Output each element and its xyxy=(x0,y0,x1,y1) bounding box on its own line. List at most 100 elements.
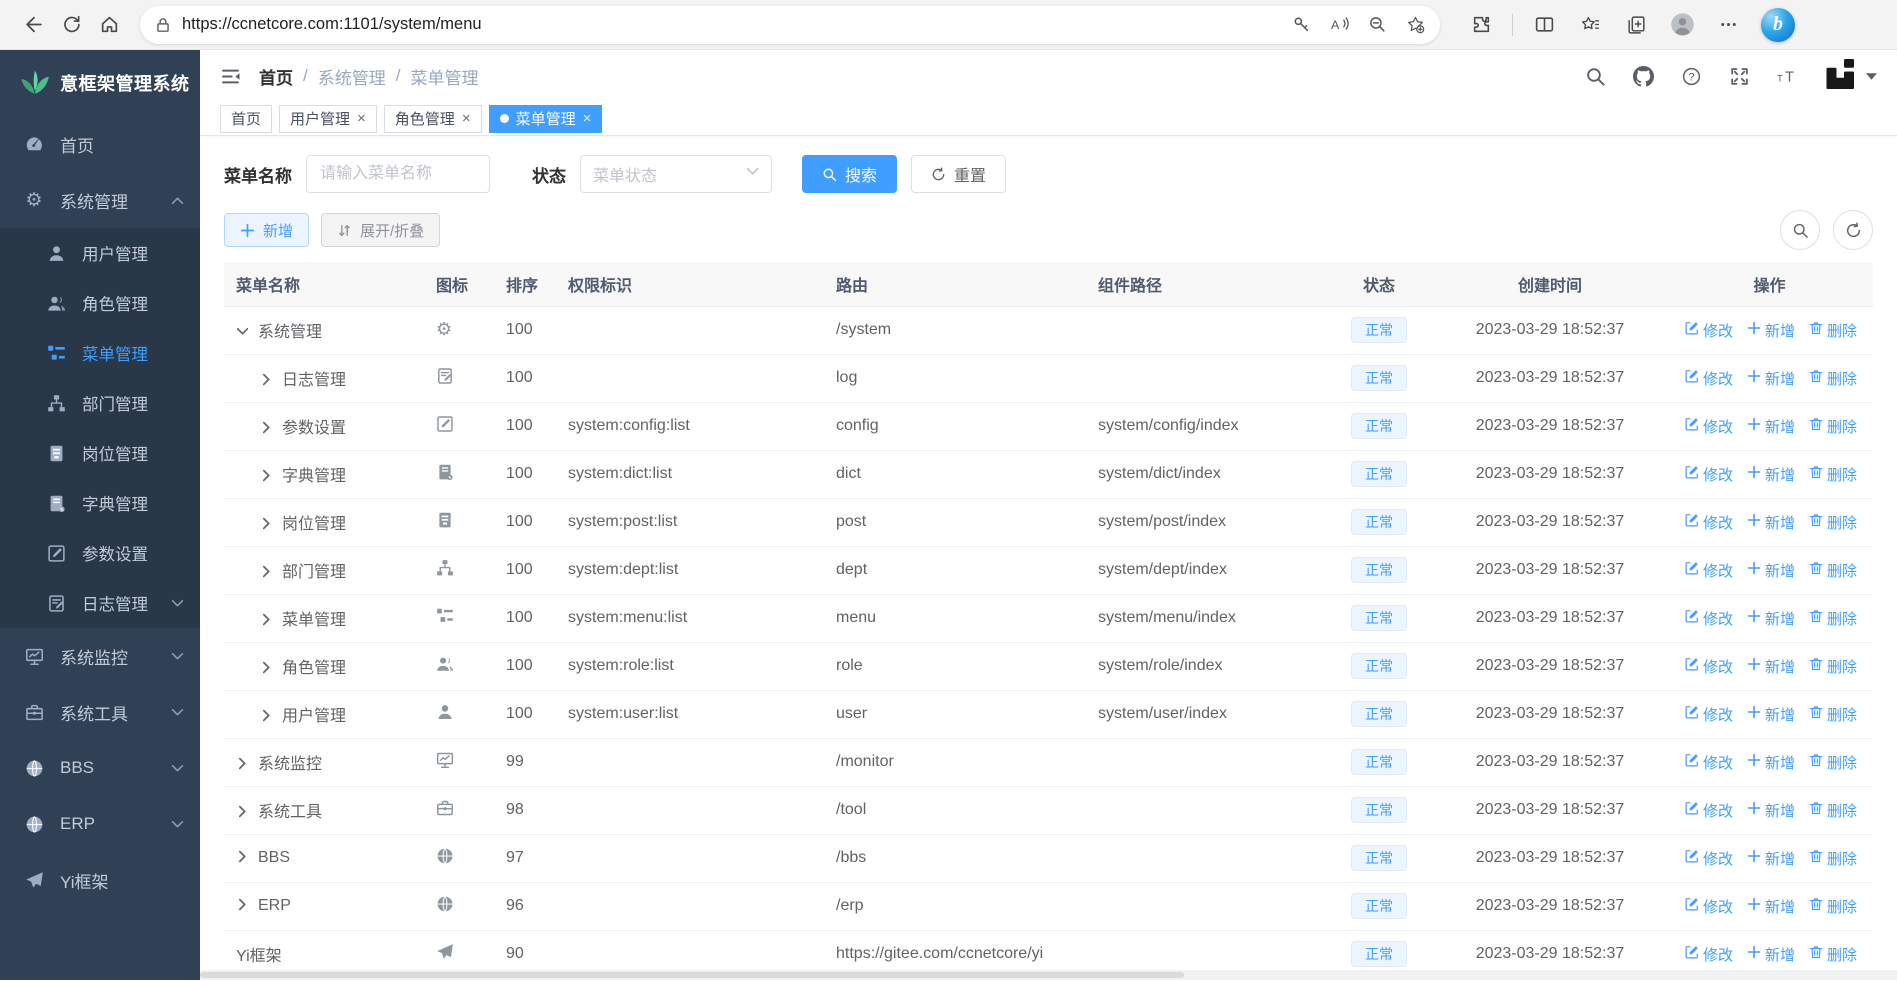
table-row[interactable]: BBS 97/bbs 正常 2023-03-29 18:52:37 修改 新增 删除 xyxy=(224,834,1873,883)
sidebar-item-system[interactable]: ⚙ 系统管理 xyxy=(0,172,200,228)
expand-arrow[interactable] xyxy=(260,709,275,722)
expand-arrow[interactable] xyxy=(236,898,251,911)
close-icon[interactable]: × xyxy=(583,111,592,126)
delete-link[interactable]: 删除 xyxy=(1809,416,1857,437)
edit-link[interactable]: 修改 xyxy=(1685,416,1733,437)
edit-link[interactable]: 修改 xyxy=(1685,320,1733,341)
tab-user[interactable]: 用户管理 × xyxy=(279,104,377,133)
expand-arrow[interactable] xyxy=(260,421,275,434)
delete-link[interactable]: 删除 xyxy=(1809,320,1857,341)
horizontal-scrollbar[interactable] xyxy=(200,970,1897,980)
sidebar-item-dict[interactable]: 字典管理 xyxy=(0,478,200,528)
table-row[interactable]: 字典管理 100 system:dict:list dict system/dict/i… xyxy=(224,450,1873,499)
edit-link[interactable]: 修改 xyxy=(1685,944,1733,965)
table-row[interactable]: 用户管理 100 system:user:list user system/user/i… xyxy=(224,690,1873,739)
edit-link[interactable]: 修改 xyxy=(1685,512,1733,533)
expand-arrow[interactable] xyxy=(260,565,275,578)
add-link[interactable]: 新增 xyxy=(1747,752,1795,773)
table-row[interactable]: ERP 96/erp 正常 2023-03-29 18:52:37 修改 新增 删除 xyxy=(224,882,1873,931)
add-link[interactable]: 新增 xyxy=(1747,800,1795,821)
close-icon[interactable]: × xyxy=(462,111,471,126)
expand-arrow[interactable] xyxy=(236,805,251,818)
sidebar-item-dept[interactable]: 部门管理 xyxy=(0,378,200,428)
add-link[interactable]: 新增 xyxy=(1747,368,1795,389)
delete-link[interactable]: 删除 xyxy=(1809,752,1857,773)
table-row[interactable]: 部门管理 100 system:dept:list dept system/dept/i… xyxy=(224,546,1873,595)
home-icon[interactable] xyxy=(90,6,128,44)
read-aloud-icon[interactable]: A xyxy=(1322,8,1356,42)
add-link[interactable]: 新增 xyxy=(1747,416,1795,437)
profile-avatar[interactable] xyxy=(1663,6,1701,44)
sidebar-item-yi[interactable]: Yi框架 xyxy=(0,852,200,908)
help-icon[interactable]: ? xyxy=(1681,66,1702,87)
expand-arrow[interactable] xyxy=(236,757,251,770)
sidebar-item-menu[interactable]: 菜单管理 xyxy=(0,328,200,378)
split-screen-icon[interactable] xyxy=(1525,6,1563,44)
delete-link[interactable]: 删除 xyxy=(1809,896,1857,917)
show-search-button[interactable] xyxy=(1780,210,1820,250)
add-link[interactable]: 新增 xyxy=(1747,704,1795,725)
sidebar-item-config[interactable]: 参数设置 xyxy=(0,528,200,578)
expand-arrow[interactable] xyxy=(236,325,251,338)
delete-link[interactable]: 删除 xyxy=(1809,512,1857,533)
scrollbar-thumb[interactable] xyxy=(200,972,1185,978)
sidebar-item-user[interactable]: 用户管理 xyxy=(0,228,200,278)
add-link[interactable]: 新增 xyxy=(1747,512,1795,533)
delete-link[interactable]: 删除 xyxy=(1809,800,1857,821)
delete-link[interactable]: 删除 xyxy=(1809,608,1857,629)
back-icon[interactable] xyxy=(14,6,52,44)
edit-link[interactable]: 修改 xyxy=(1685,656,1733,677)
reset-button[interactable]: 重置 xyxy=(911,155,1007,193)
tab-role[interactable]: 角色管理 × xyxy=(383,104,482,133)
edit-link[interactable]: 修改 xyxy=(1685,368,1733,389)
collapse-sidebar-icon[interactable] xyxy=(220,66,241,87)
more-menu-icon[interactable] xyxy=(1709,6,1747,44)
delete-link[interactable]: 删除 xyxy=(1809,368,1857,389)
url-text[interactable]: https://ccnetcore.com:1101/system/menu xyxy=(182,15,1284,34)
breadcrumb-item[interactable]: 首页 xyxy=(259,64,293,89)
add-button[interactable]: 新增 xyxy=(224,213,310,247)
sidebar-item-role[interactable]: 角色管理 xyxy=(0,278,200,328)
search-button[interactable]: 搜索 xyxy=(802,155,898,193)
add-link[interactable]: 新增 xyxy=(1747,464,1795,485)
zoom-out-icon[interactable] xyxy=(1360,8,1394,42)
table-row[interactable]: 岗位管理 100 system:post:list post system/post/i… xyxy=(224,498,1873,547)
edit-link[interactable]: 修改 xyxy=(1685,560,1733,581)
address-bar[interactable]: https://ccnetcore.com:1101/system/menu A xyxy=(140,5,1440,44)
table-row[interactable]: 菜单管理 100 system:menu:list menu system/menu/i… xyxy=(224,594,1873,643)
edit-link[interactable]: 修改 xyxy=(1685,800,1733,821)
sidebar-item-erp[interactable]: ERP xyxy=(0,796,200,852)
expand-arrow[interactable] xyxy=(260,661,275,674)
tab-menu[interactable]: 菜单管理 × xyxy=(488,104,603,133)
edit-link[interactable]: 修改 xyxy=(1685,704,1733,725)
edit-link[interactable]: 修改 xyxy=(1685,464,1733,485)
font-size-icon[interactable]: TT xyxy=(1777,66,1798,87)
delete-link[interactable]: 删除 xyxy=(1809,848,1857,869)
edit-link[interactable]: 修改 xyxy=(1685,608,1733,629)
sidebar-item-home[interactable]: 首页 xyxy=(0,116,200,172)
refresh-icon[interactable] xyxy=(52,6,90,44)
add-link[interactable]: 新增 xyxy=(1747,608,1795,629)
expand-arrow[interactable] xyxy=(236,850,251,863)
delete-link[interactable]: 删除 xyxy=(1809,656,1857,677)
user-menu[interactable] xyxy=(1825,58,1877,94)
edit-link[interactable]: 修改 xyxy=(1685,896,1733,917)
delete-link[interactable]: 删除 xyxy=(1809,560,1857,581)
github-icon[interactable] xyxy=(1633,65,1654,87)
table-row[interactable]: 日志管理 100 log 正常 2023-03-29 18:52:37 修改 新增 删除 xyxy=(224,354,1873,403)
table-row[interactable]: 系统管理 ⚙ 100/system 正常 2023-03-29 18:52:37 修改 新增… xyxy=(224,306,1873,355)
expand-arrow[interactable] xyxy=(260,469,275,482)
collections-icon[interactable] xyxy=(1617,6,1655,44)
sidebar-item-log[interactable]: 日志管理 xyxy=(0,578,200,628)
add-link[interactable]: 新增 xyxy=(1747,320,1795,341)
table-row[interactable]: 参数设置 100 system:config:list config system/co… xyxy=(224,402,1873,451)
table-row[interactable]: 角色管理 100 system:role:list role system/role/i… xyxy=(224,642,1873,691)
add-link[interactable]: 新增 xyxy=(1747,944,1795,965)
edit-link[interactable]: 修改 xyxy=(1685,752,1733,773)
edit-link[interactable]: 修改 xyxy=(1685,848,1733,869)
expand-arrow[interactable] xyxy=(260,373,275,386)
app-logo[interactable]: 意框架管理系统 xyxy=(0,50,200,116)
sidebar-item-tool[interactable]: 系统工具 xyxy=(0,684,200,740)
favorite-add-icon[interactable] xyxy=(1398,8,1432,42)
add-link[interactable]: 新增 xyxy=(1747,560,1795,581)
